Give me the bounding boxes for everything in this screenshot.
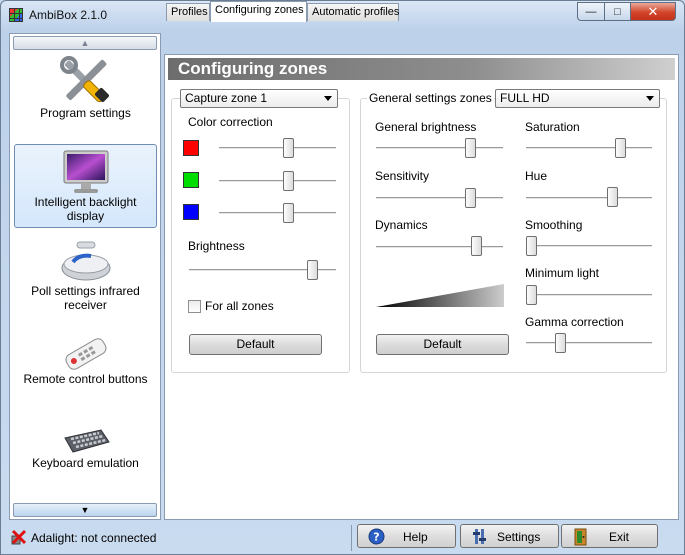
disconnected-icon xyxy=(11,529,27,545)
sensitivity-thumb[interactable] xyxy=(465,188,477,208)
hue-thumb[interactable] xyxy=(606,187,618,207)
hue-label: Hue xyxy=(525,169,548,183)
app-window: AmbiBox 2.1.0 — □ ✕ ▲ Program settings I… xyxy=(0,0,685,555)
sidebar-item-intelligent-backlight[interactable]: Intelligent backlight display xyxy=(14,144,157,228)
sidebar-item-label: Program settings xyxy=(40,106,131,120)
remote-control-icon xyxy=(65,338,106,370)
settings-button[interactable]: Settings xyxy=(460,524,559,548)
sidebar-item-label: Keyboard emulation xyxy=(32,456,139,470)
dynamics-thumb[interactable] xyxy=(471,236,483,256)
saturation-label: Saturation xyxy=(525,120,580,134)
maximize-icon: □ xyxy=(614,5,621,18)
arrow-down-icon: ▼ xyxy=(80,505,90,515)
keyboard-icon xyxy=(63,429,110,453)
sidebar-item-program-settings[interactable]: Program settings xyxy=(14,56,157,126)
minimize-button[interactable]: — xyxy=(577,2,605,21)
red-slider-track[interactable] xyxy=(219,147,336,150)
ir-receiver-icon xyxy=(61,241,110,281)
sidebar-item-label: Poll settings infrared receiver xyxy=(31,284,140,312)
brightness-label: Brightness xyxy=(188,239,245,253)
tab-configuring-zones[interactable]: Configuring zones xyxy=(210,1,307,22)
sensitivity-label: Sensitivity xyxy=(375,169,430,183)
settings-label: Settings xyxy=(497,530,541,544)
general-brightness-label: General brightness xyxy=(375,120,477,134)
sidebar-item-poll-settings-ir[interactable]: Poll settings infrared receiver xyxy=(14,240,157,320)
status-divider xyxy=(351,525,352,551)
tools-icon xyxy=(59,56,109,103)
preset-select[interactable]: FULL HD xyxy=(495,89,660,108)
maximize-button[interactable]: □ xyxy=(604,2,631,21)
gamma-ramp-graphic xyxy=(376,284,504,307)
settings-icon xyxy=(473,529,486,544)
sidebar: ▲ Program settings Intelligent backlight… xyxy=(9,33,161,520)
saturation-track[interactable] xyxy=(526,147,652,150)
sidebar-scroll-up-button[interactable]: ▲ xyxy=(13,36,157,50)
chevron-down-icon xyxy=(324,96,332,101)
general-default-button[interactable]: Default xyxy=(376,334,509,355)
tab-label: Profiles xyxy=(171,6,208,18)
tab-profiles[interactable]: Profiles xyxy=(166,3,210,21)
panel-title: Configuring zones xyxy=(168,58,675,80)
exit-label: Exit xyxy=(609,530,630,544)
connection-status: Adalight: not connected xyxy=(31,531,157,545)
smoothing-track[interactable] xyxy=(526,245,652,248)
help-button[interactable]: ? Help xyxy=(357,524,456,548)
preset-value: FULL HD xyxy=(500,91,550,105)
zone-default-button[interactable]: Default xyxy=(189,334,322,355)
minimum-light-label: Minimum light xyxy=(525,266,600,280)
hue-track[interactable] xyxy=(526,197,652,200)
minimum-light-track[interactable] xyxy=(526,294,652,297)
red-swatch xyxy=(183,140,199,156)
sidebar-scroll-down-button[interactable]: ▼ xyxy=(13,503,157,517)
gamma-correction-track[interactable] xyxy=(526,342,652,345)
close-button[interactable]: ✕ xyxy=(630,2,676,21)
saturation-thumb[interactable] xyxy=(614,138,626,158)
green-slider-thumb[interactable] xyxy=(282,171,294,191)
ambibox-app-icon xyxy=(9,8,23,22)
capture-zone-value: Capture zone 1 xyxy=(185,91,268,105)
sidebar-item-label: Remote control buttons xyxy=(23,372,148,386)
green-slider-track[interactable] xyxy=(219,180,336,183)
tab-automatic-profiles[interactable]: Automatic profiles xyxy=(307,3,399,21)
blue-slider-track[interactable] xyxy=(219,212,336,215)
sidebar-item-remote-control[interactable]: Remote control buttons xyxy=(14,336,157,396)
tab-label: Automatic profiles xyxy=(312,6,400,18)
exit-button[interactable]: Exit xyxy=(561,524,658,548)
brightness-slider-thumb[interactable] xyxy=(307,260,319,280)
general-brightness-track[interactable] xyxy=(376,147,503,150)
chevron-down-icon xyxy=(646,96,654,101)
dynamics-track[interactable] xyxy=(376,246,503,249)
help-label: Help xyxy=(403,530,428,544)
capture-zone-select[interactable]: Capture zone 1 xyxy=(180,89,338,108)
dynamics-label: Dynamics xyxy=(375,218,428,232)
sidebar-item-keyboard-emulation[interactable]: Keyboard emulation xyxy=(14,426,157,486)
green-swatch xyxy=(183,172,199,188)
blue-swatch xyxy=(183,204,199,220)
minimize-icon: — xyxy=(585,5,597,18)
smoothing-label: Smoothing xyxy=(525,218,583,232)
help-icon: ? xyxy=(368,528,385,545)
minimum-light-thumb[interactable] xyxy=(526,285,537,305)
gamma-correction-label: Gamma correction xyxy=(525,315,624,329)
smoothing-thumb[interactable] xyxy=(526,236,537,256)
general-settings-label: General settings zones xyxy=(367,91,494,105)
sidebar-item-label: Intelligent backlight display xyxy=(34,195,137,223)
for-all-zones-checkbox[interactable] xyxy=(188,300,201,313)
general-brightness-thumb[interactable] xyxy=(465,138,477,158)
svg-text:?: ? xyxy=(373,531,379,544)
tab-label: Configuring zones xyxy=(215,4,304,16)
color-correction-label: Color correction xyxy=(188,115,273,129)
exit-door-icon xyxy=(574,528,587,546)
gamma-correction-thumb[interactable] xyxy=(554,333,566,353)
for-all-zones-label: For all zones xyxy=(205,299,274,313)
arrow-up-icon: ▲ xyxy=(80,38,90,48)
window-title: AmbiBox 2.1.0 xyxy=(29,8,108,22)
monitor-icon xyxy=(63,150,108,193)
blue-slider-thumb[interactable] xyxy=(282,203,294,223)
sensitivity-track[interactable] xyxy=(376,197,503,200)
red-slider-thumb[interactable] xyxy=(282,138,294,158)
close-icon: ✕ xyxy=(647,3,659,19)
